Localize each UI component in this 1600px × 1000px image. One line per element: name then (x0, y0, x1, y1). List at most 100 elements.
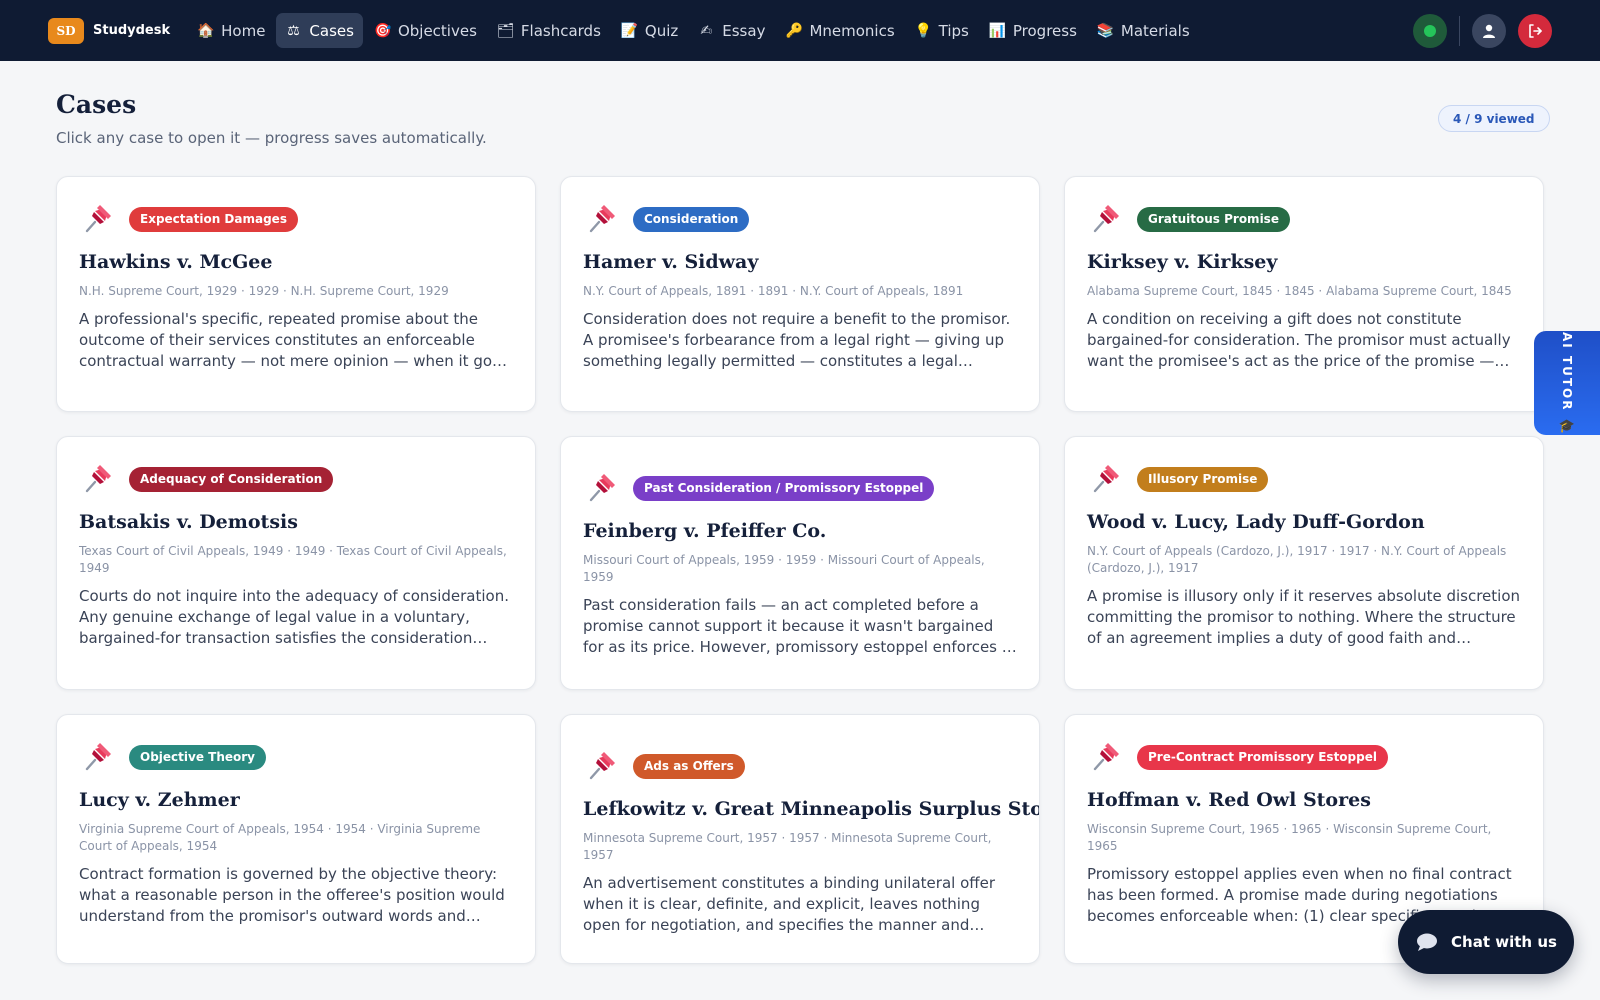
nav-item-label: Flashcards (520, 21, 601, 40)
chat-label: Chat with us (1451, 933, 1557, 951)
card-box-icon: 🗂 (496, 22, 515, 39)
case-card-header: Pre-Contract Promissory Estoppel (1087, 739, 1521, 775)
ai-tutor-tab[interactable]: AI TUTOR 🎓 (1534, 331, 1600, 435)
case-court: N.Y. Court of Appeals, 1891 · 1891 · N.Y… (583, 284, 964, 298)
scales-icon: ⚖ (287, 22, 300, 39)
nav-item-quiz[interactable]: 📝 Quiz (612, 13, 687, 48)
logout-icon (1529, 23, 1542, 38)
viewed-count-badge: 4 / 9 viewed (1438, 105, 1550, 132)
case-name: Hoffman v. Red Owl Stores (1087, 789, 1371, 811)
nav-item-essay[interactable]: ✍ Essay (689, 13, 774, 48)
nav-item-label: Materials (1120, 21, 1190, 40)
brand-logo: SD (48, 17, 84, 44)
page-title: Cases (56, 90, 137, 119)
nav-item-label: Mnemonics (809, 21, 895, 40)
case-card[interactable]: Past Consideration / Promissory Estoppel… (560, 436, 1040, 690)
nav-item-mnemonics[interactable]: 🔑 Mnemonics (776, 13, 903, 48)
case-card-header: Objective Theory (79, 739, 513, 775)
pushpin-icon (589, 752, 615, 780)
case-name: Feinberg v. Pfeiffer Co. (583, 520, 827, 542)
chat-with-us-button[interactable]: Chat with us (1398, 910, 1574, 974)
house-icon: 🏠 (197, 22, 215, 39)
status-dot-icon (1424, 24, 1436, 37)
top-navbar: SD Studydesk 🏠 Home ⚖ Cases 🎯 Objectives… (0, 0, 1600, 61)
case-topic-badge: Pre-Contract Promissory Estoppel (1137, 744, 1388, 770)
online-status-button[interactable] (1413, 13, 1447, 48)
case-summary: Contract formation is governed by the ob… (79, 865, 505, 925)
case-card[interactable]: Illusory Promise Wood v. Lucy, Lady Duff… (1064, 436, 1544, 690)
case-name: Batsakis v. Demotsis (79, 511, 298, 533)
case-name: Wood v. Lucy, Lady Duff-Gordon (1087, 511, 1425, 533)
case-name: Hawkins v. McGee (79, 251, 273, 273)
nav-item-label: Cases (309, 21, 354, 40)
writing-hand-icon: ✍ (700, 22, 713, 39)
case-court: Alabama Supreme Court, 1845 · 1845 · Ala… (1087, 284, 1512, 298)
pushpin-icon (85, 465, 111, 493)
case-name: Hamer v. Sidway (583, 251, 759, 273)
case-topic-badge: Illusory Promise (1137, 466, 1269, 492)
case-name: Lucy v. Zehmer (79, 789, 240, 811)
case-card-header: Consideration (583, 201, 1017, 237)
case-card-header: Past Consideration / Promissory Estoppel (583, 470, 1017, 506)
document-icon: 📝 (620, 22, 639, 39)
brand[interactable]: SD Studydesk (48, 17, 171, 44)
nav-item-flashcards[interactable]: 🗂 Flashcards (488, 13, 610, 48)
case-topic-badge: Ads as Offers (633, 753, 745, 779)
case-card-header: Adequacy of Consideration (79, 461, 513, 497)
case-topic-badge: Gratuitous Promise (1137, 206, 1290, 232)
nav-item-label: Progress (1012, 21, 1077, 40)
pushpin-icon (589, 474, 615, 502)
nav-item-label: Objectives (397, 21, 477, 40)
case-topic-badge: Objective Theory (129, 744, 266, 770)
case-summary: A professional's specific, repeated prom… (79, 310, 510, 370)
case-card[interactable]: Consideration Hamer v. Sidway N.Y. Court… (560, 176, 1040, 412)
case-court: Wisconsin Supreme Court, 1965 · 1965 · W… (1087, 822, 1492, 853)
chat-bubble-icon (1417, 933, 1438, 951)
brand-name: Studydesk (93, 23, 171, 38)
case-summary: A condition on receiving a gift does not… (1087, 310, 1511, 370)
case-name: Kirksey v. Kirksey (1087, 251, 1278, 273)
logout-button[interactable] (1518, 13, 1552, 48)
case-card[interactable]: Ads as Offers Lefkowitz v. Great Minneap… (560, 714, 1040, 964)
top-right-controls (1413, 13, 1552, 48)
case-card[interactable]: Expectation Damages Hawkins v. McGee N.H… (56, 176, 536, 412)
divider (1459, 15, 1460, 46)
pushpin-icon (85, 205, 111, 233)
case-card-header: Ads as Offers (583, 748, 1017, 784)
case-court: N.H. Supreme Court, 1929 · 1929 · N.H. S… (79, 284, 449, 298)
nav-item-materials[interactable]: 📚 Materials (1088, 13, 1199, 48)
case-court: Missouri Court of Appeals, 1959 · 1959 ·… (583, 553, 985, 584)
case-court: N.Y. Court of Appeals (Cardozo, J.), 191… (1087, 544, 1507, 575)
nav-item-cases[interactable]: ⚖ Cases (276, 13, 363, 48)
case-name: Lefkowitz v. Great Minneapolis Surplus S… (583, 798, 1040, 820)
case-card-header: Expectation Damages (79, 201, 513, 237)
nav-item-tips[interactable]: 💡 Tips (906, 13, 978, 48)
case-summary: Courts do not inquire into the adequacy … (79, 587, 509, 647)
case-summary: Past consideration fails — an act comple… (583, 596, 1011, 656)
nav-item-label: Home (221, 21, 266, 40)
user-icon (1483, 24, 1495, 38)
case-card[interactable]: Gratuitous Promise Kirksey v. Kirksey Al… (1064, 176, 1544, 412)
case-court: Texas Court of Civil Appeals, 1949 · 194… (79, 544, 507, 575)
case-topic-badge: Consideration (633, 206, 750, 232)
books-icon: 📚 (1096, 22, 1115, 39)
case-card-header: Illusory Promise (1087, 461, 1521, 497)
nav-item-progress[interactable]: 📊 Progress (980, 13, 1086, 48)
case-card[interactable]: Adequacy of Consideration Batsakis v. De… (56, 436, 536, 690)
profile-button[interactable] (1472, 13, 1506, 48)
nav-item-home[interactable]: 🏠 Home (188, 13, 274, 48)
case-court: Virginia Supreme Court of Appeals, 1954 … (79, 822, 481, 853)
nav-item-label: Essay (722, 21, 766, 40)
pushpin-icon (1093, 743, 1119, 771)
pushpin-icon (1093, 465, 1119, 493)
nav-item-objectives[interactable]: 🎯 Objectives (365, 13, 486, 48)
case-card[interactable]: Objective Theory Lucy v. Zehmer Virginia… (56, 714, 536, 964)
pushpin-icon (589, 205, 615, 233)
target-icon: 🎯 (373, 22, 392, 39)
nav-item-label: Tips (938, 21, 969, 40)
main-nav: 🏠 Home ⚖ Cases 🎯 Objectives 🗂 Flashcards… (188, 13, 1199, 48)
nav-item-label: Quiz (644, 21, 679, 40)
case-summary: An advertisement constitutes a binding u… (583, 874, 995, 934)
pushpin-icon (1093, 205, 1119, 233)
cases-grid: Expectation Damages Hawkins v. McGee N.H… (56, 176, 1544, 964)
